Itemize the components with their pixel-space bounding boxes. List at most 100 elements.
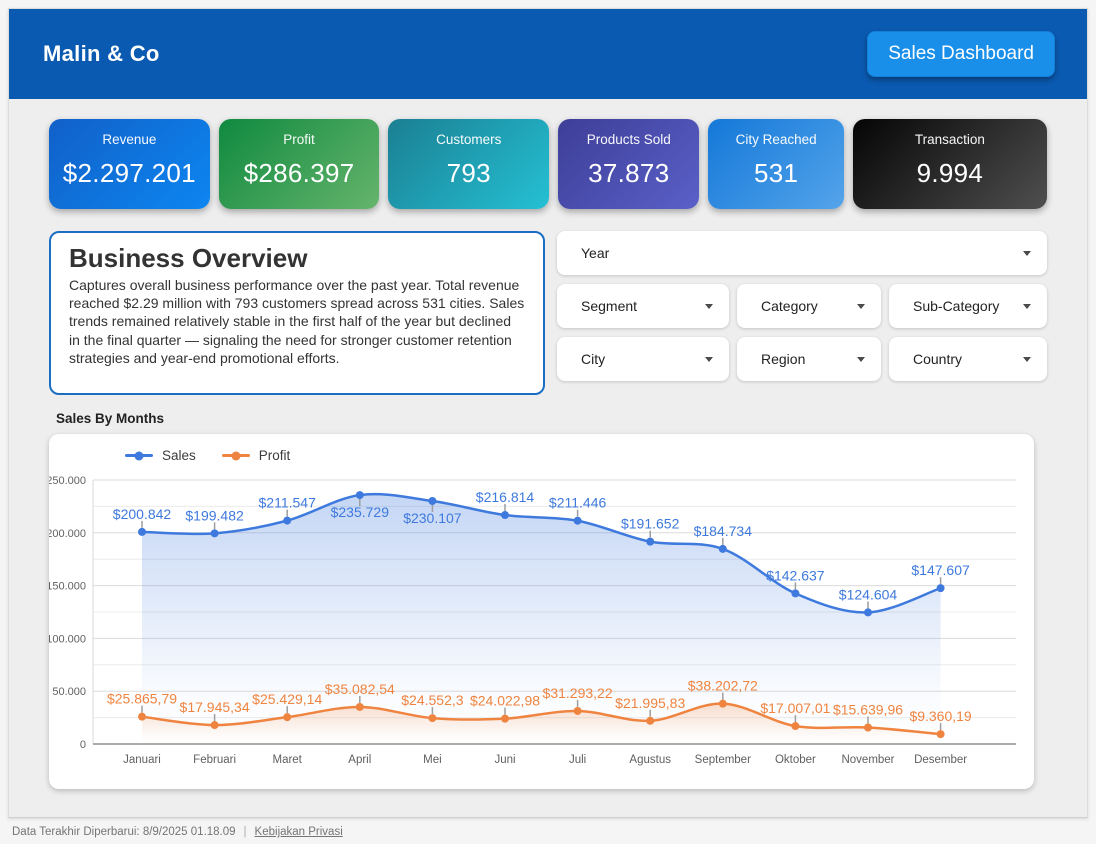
svg-text:$211.547: $211.547 (259, 495, 317, 511)
kpi-label: Profit (219, 132, 380, 147)
svg-text:250.000: 250.000 (49, 475, 86, 487)
filters-panel: Year Segment Category Sub-Category (557, 231, 1047, 395)
legend-item-profit[interactable]: Profit (222, 448, 291, 463)
filter-row-2: City Region Country (557, 337, 1047, 381)
svg-text:Desember: Desember (914, 754, 967, 766)
category-filter-label: Category (761, 298, 818, 314)
svg-text:100.000: 100.000 (49, 633, 86, 645)
svg-text:$142.637: $142.637 (766, 567, 825, 583)
page-footer: Data Terakhir Diperbarui: 8/9/2025 01.18… (0, 818, 1096, 838)
sales-by-months-chart-card: Sales Profit 050.000100.000150.000200.00… (49, 434, 1034, 789)
kpi-row: Revenue $2.297.201 Profit $286.397 Custo… (49, 119, 1047, 209)
svg-text:200.000: 200.000 (49, 528, 86, 540)
kpi-value: $286.397 (219, 158, 380, 189)
privacy-policy-link[interactable]: Kebijakan Privasi (255, 826, 343, 838)
svg-text:Mei: Mei (423, 754, 442, 766)
city-filter-label: City (581, 351, 605, 367)
svg-text:$17.007,01: $17.007,01 (760, 700, 830, 716)
chevron-down-icon (857, 304, 865, 309)
svg-text:$147.607: $147.607 (911, 562, 970, 578)
sales-dashboard-button[interactable]: Sales Dashboard (867, 31, 1055, 77)
svg-text:$230.107: $230.107 (403, 510, 462, 526)
svg-text:$235.729: $235.729 (331, 504, 390, 520)
kpi-label: Revenue (49, 132, 210, 147)
svg-text:$200.842: $200.842 (113, 506, 172, 522)
svg-text:$124.604: $124.604 (839, 586, 898, 602)
kpi-card-city-reached: City Reached 531 (708, 119, 843, 209)
svg-text:$191.652: $191.652 (621, 516, 680, 532)
business-overview-card: Business Overview Captures overall busin… (49, 231, 545, 395)
kpi-value: 531 (708, 158, 843, 189)
svg-text:April: April (348, 754, 371, 766)
svg-text:Juli: Juli (569, 754, 586, 766)
country-filter[interactable]: Country (889, 337, 1047, 381)
year-filter[interactable]: Year (557, 231, 1047, 275)
app-header: Malin & Co Sales Dashboard (9, 9, 1087, 99)
kpi-card-transaction: Transaction 9.994 (853, 119, 1047, 209)
footer-separator: | (244, 826, 247, 838)
chevron-down-icon (1023, 357, 1031, 362)
svg-text:$25.429,14: $25.429,14 (252, 691, 322, 707)
legend-item-sales[interactable]: Sales (125, 448, 196, 463)
svg-text:$35.082,54: $35.082,54 (325, 681, 395, 697)
business-overview-title: Business Overview (69, 243, 525, 274)
kpi-card-revenue: Revenue $2.297.201 (49, 119, 210, 209)
kpi-value: $2.297.201 (49, 158, 210, 189)
svg-text:$31.293,22: $31.293,22 (543, 685, 613, 701)
sales-series-marker-icon (125, 454, 153, 457)
svg-text:November: November (841, 754, 894, 766)
kpi-card-profit: Profit $286.397 (219, 119, 380, 209)
svg-text:Januari: Januari (123, 754, 161, 766)
chevron-down-icon (857, 357, 865, 362)
svg-text:$216.814: $216.814 (476, 489, 535, 505)
svg-text:$184.734: $184.734 (694, 523, 753, 539)
sub-category-filter-label: Sub-Category (913, 298, 999, 314)
overview-and-filters-row: Business Overview Captures overall busin… (49, 231, 1047, 395)
dashboard-page: Malin & Co Sales Dashboard Revenue $2.29… (8, 8, 1088, 818)
svg-text:$38.202,72: $38.202,72 (688, 678, 758, 694)
kpi-value: 9.994 (853, 158, 1047, 189)
country-filter-label: Country (913, 351, 962, 367)
region-filter-label: Region (761, 351, 805, 367)
svg-text:Agustus: Agustus (629, 754, 671, 766)
chevron-down-icon (705, 304, 713, 309)
segment-filter[interactable]: Segment (557, 284, 729, 328)
svg-text:$9.360,19: $9.360,19 (909, 708, 971, 724)
svg-text:September: September (695, 754, 751, 766)
kpi-value: 793 (388, 158, 549, 189)
kpi-card-products-sold: Products Sold 37.873 (558, 119, 699, 209)
svg-text:150.000: 150.000 (49, 581, 86, 593)
kpi-label: Customers (388, 132, 549, 147)
legend-label-sales: Sales (162, 448, 196, 463)
sales-by-months-chart: 050.000100.000150.000200.000250.000Janua… (49, 434, 1034, 789)
svg-text:$21.995,83: $21.995,83 (615, 695, 685, 711)
kpi-value: 37.873 (558, 158, 699, 189)
svg-text:$17.945,34: $17.945,34 (180, 699, 250, 715)
chart-section-title: Sales By Months (56, 411, 1087, 426)
category-filter[interactable]: Category (737, 284, 881, 328)
business-overview-text: Captures overall business performance ov… (69, 276, 525, 367)
year-filter-label: Year (581, 245, 609, 261)
svg-text:$199.482: $199.482 (185, 507, 244, 523)
region-filter[interactable]: Region (737, 337, 881, 381)
chevron-down-icon (1023, 251, 1031, 256)
svg-text:Februari: Februari (193, 754, 236, 766)
sub-category-filter[interactable]: Sub-Category (889, 284, 1047, 328)
city-filter[interactable]: City (557, 337, 729, 381)
kpi-label: Transaction (853, 132, 1047, 147)
svg-text:$211.446: $211.446 (549, 495, 607, 511)
svg-text:$24.022,98: $24.022,98 (470, 693, 540, 709)
svg-text:$25.865,79: $25.865,79 (107, 691, 177, 707)
segment-filter-label: Segment (581, 298, 637, 314)
svg-text:$15.639,96: $15.639,96 (833, 701, 903, 717)
chevron-down-icon (705, 357, 713, 362)
svg-text:Maret: Maret (272, 754, 302, 766)
svg-text:0: 0 (80, 739, 86, 751)
svg-text:Oktober: Oktober (775, 754, 816, 766)
legend-label-profit: Profit (259, 448, 291, 463)
kpi-label: City Reached (708, 132, 843, 147)
chevron-down-icon (1023, 304, 1031, 309)
filter-row-1: Segment Category Sub-Category (557, 284, 1047, 328)
svg-text:$24.552,3: $24.552,3 (401, 692, 463, 708)
last-updated-text: Data Terakhir Diperbarui: 8/9/2025 01.18… (12, 826, 236, 838)
